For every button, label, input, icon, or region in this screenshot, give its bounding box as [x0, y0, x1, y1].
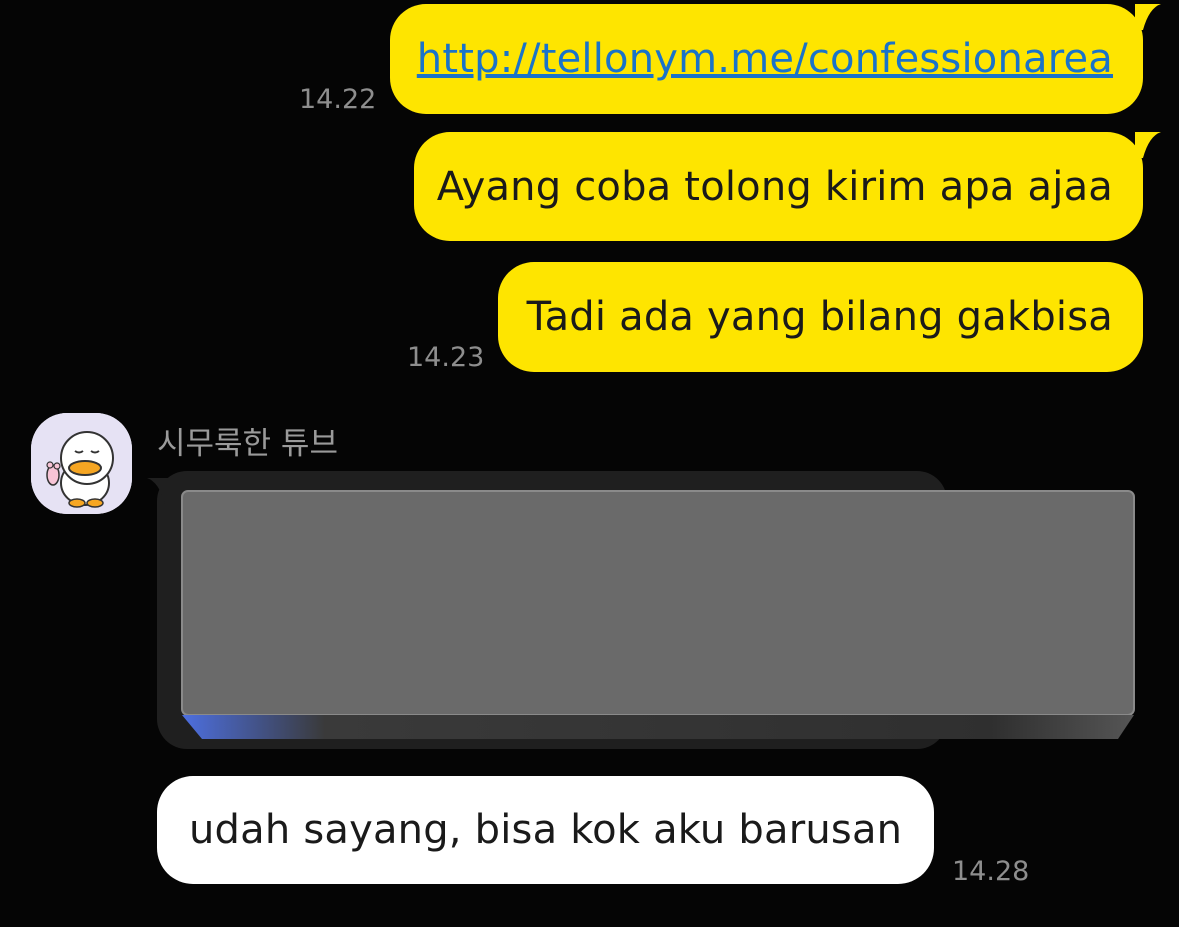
- avatar[interactable]: [31, 413, 132, 514]
- message-link[interactable]: http://tellonym.me/confessionarea: [417, 36, 1113, 82]
- message-text: Tadi ada yang bilang gakbisa: [526, 294, 1113, 340]
- message-bubble[interactable]: Tadi ada yang bilang gakbisa: [498, 262, 1143, 372]
- message-text: Ayang coba tolong kirim apa ajaa: [436, 163, 1113, 210]
- message-bubble[interactable]: Ayang coba tolong kirim apa ajaa: [414, 132, 1143, 241]
- timestamp: 14.22: [299, 84, 377, 115]
- bubble-tail-icon: [1135, 132, 1161, 158]
- message-bubble[interactable]: udah sayang, bisa kok aku barusan: [157, 776, 934, 884]
- bubble-tail-icon: [147, 478, 173, 504]
- message-bubble-link[interactable]: http://tellonym.me/confessionarea: [390, 4, 1143, 114]
- bubble-tail-icon: [1135, 4, 1161, 30]
- timestamp: 14.23: [407, 342, 485, 373]
- attached-image[interactable]: [180, 489, 1136, 741]
- message-text: udah sayang, bisa kok aku barusan: [189, 807, 903, 853]
- sad-duck-avatar-icon: [31, 413, 132, 514]
- timestamp: 14.28: [952, 856, 1030, 887]
- sender-name: 시무룩한 튜브: [157, 426, 338, 462]
